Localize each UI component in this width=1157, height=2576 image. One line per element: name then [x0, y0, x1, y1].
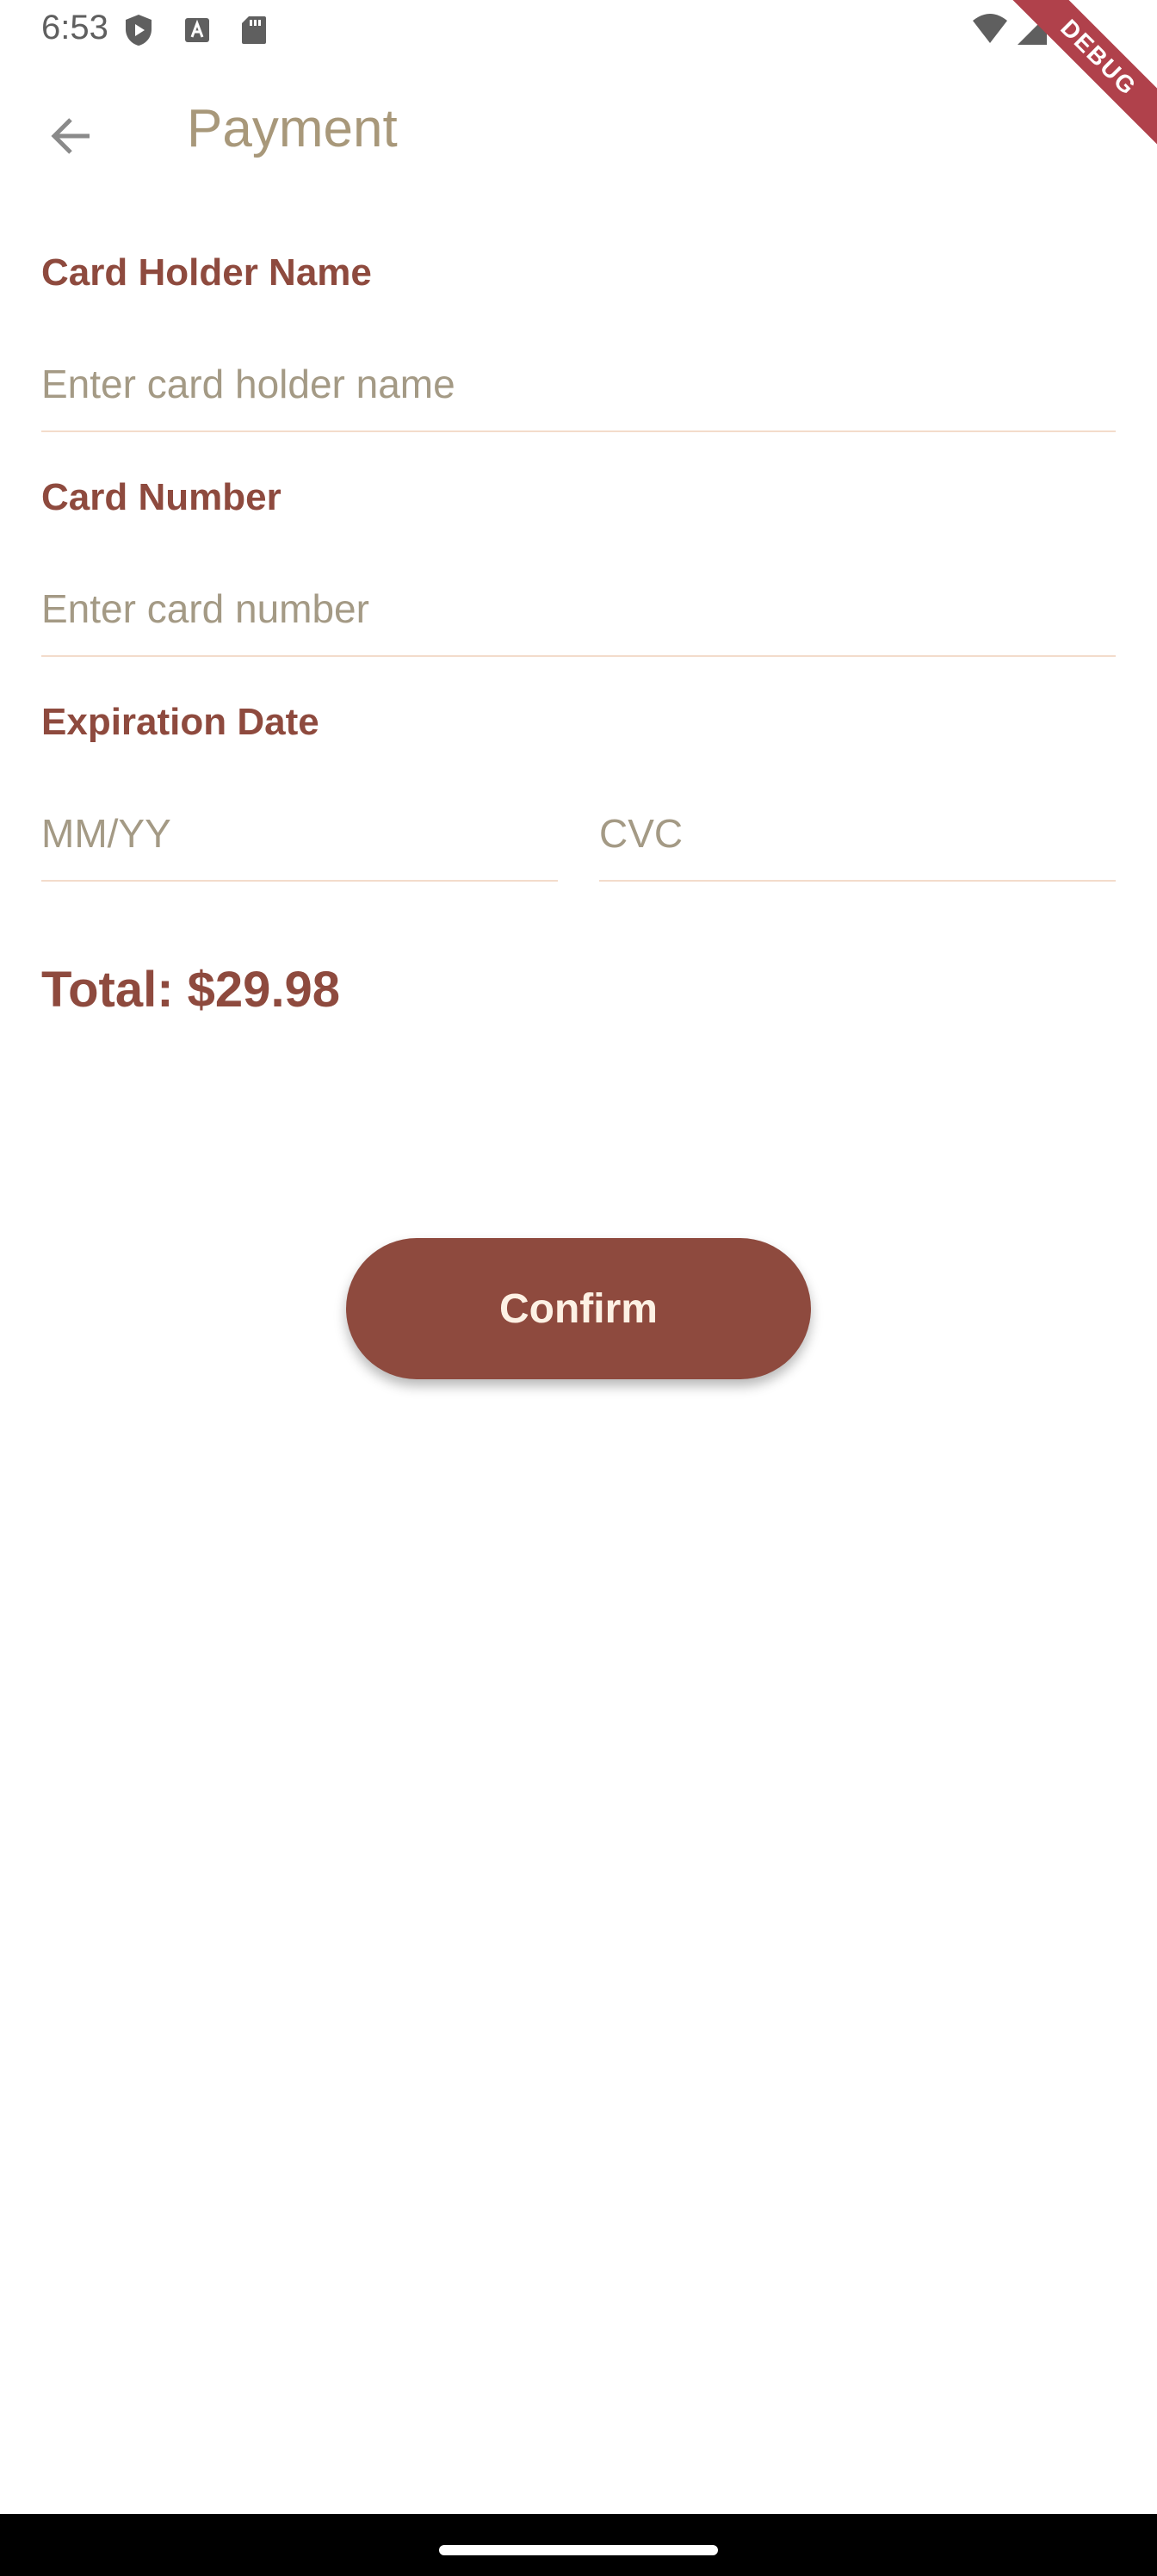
play-protect-icon [126, 15, 152, 46]
status-time: 6:53 [41, 9, 108, 46]
back-button[interactable] [41, 105, 103, 167]
navigation-bar [0, 2514, 1157, 2576]
home-indicator[interactable] [439, 2545, 718, 2555]
arrow-back-icon [51, 118, 90, 154]
cvc-input[interactable] [599, 787, 1116, 882]
card-number-input[interactable] [41, 562, 1116, 657]
keyboard-icon [185, 18, 209, 42]
status-bar: 6:53 [0, 0, 1157, 62]
app-bar: Payment [0, 62, 1157, 200]
card-number-label: Card Number [41, 476, 282, 518]
sd-card-icon [242, 16, 266, 44]
page-title: Payment [187, 99, 398, 158]
card-holder-name-label: Card Holder Name [41, 251, 372, 294]
card-holder-name-input[interactable] [41, 337, 1116, 432]
expiration-date-input[interactable] [41, 787, 558, 882]
expiration-date-label: Expiration Date [41, 701, 319, 743]
confirm-button[interactable]: Confirm [346, 1238, 811, 1379]
order-total: Total: $29.98 [41, 962, 341, 1018]
